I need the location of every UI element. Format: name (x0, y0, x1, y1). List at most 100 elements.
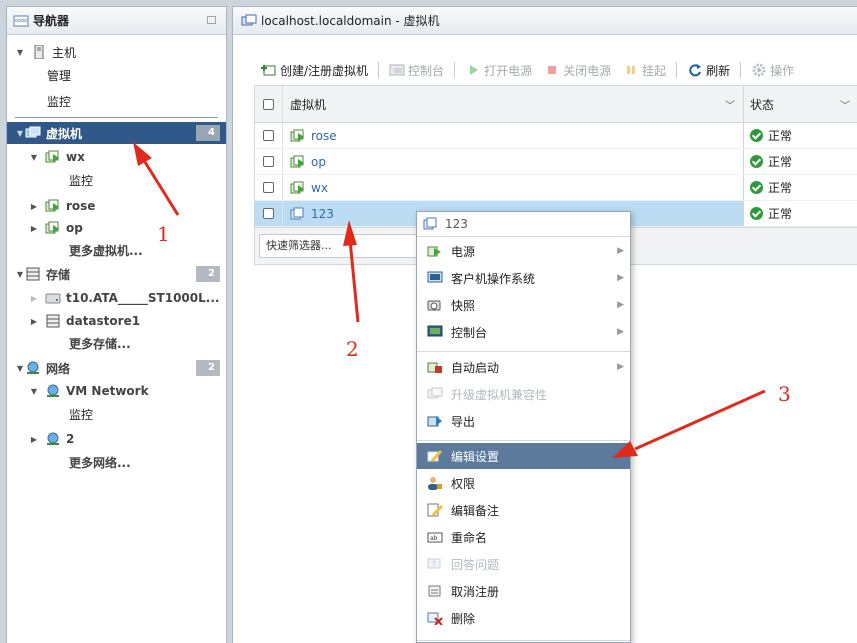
expand-arrow-icon[interactable]: ▼ (29, 387, 39, 396)
collapsed-arrow-icon[interactable]: ▶ (29, 294, 39, 303)
navigator-logo-icon: oooo (13, 14, 29, 28)
table-row[interactable]: op 正常 (255, 149, 857, 175)
quick-filter-input[interactable]: 快速筛选器... (259, 234, 419, 258)
expand-arrow-icon[interactable]: ▼ (15, 129, 25, 138)
vm-name-cell: op (283, 149, 744, 174)
vm-powered-on-icon (45, 150, 61, 164)
column-header-status[interactable]: 状态 ﹀ (744, 86, 857, 122)
power-off-button[interactable]: 关闭电源 (538, 59, 617, 81)
context-menu-header: 123 (417, 212, 630, 237)
menu-item-edit-settings[interactable]: 编辑设置 (417, 443, 630, 469)
nav-item-more-networks[interactable]: 更多网络... (7, 451, 226, 473)
vm-powered-on-icon (290, 129, 306, 143)
expand-arrow-icon[interactable]: ▼ (15, 48, 25, 57)
menu-item-answer-question[interactable]: ? 回答问题 (417, 551, 630, 577)
edit-notes-icon (427, 503, 443, 517)
column-header-vm[interactable]: 虚拟机 ﹀ (283, 86, 744, 122)
nav-disk-label: t10.ATA_____ST1000L... (66, 291, 220, 305)
console-button[interactable]: 控制台 (383, 59, 450, 81)
menu-item-console[interactable]: 控制台 ▶ (417, 319, 630, 345)
refresh-button[interactable]: 刷新 (681, 59, 736, 81)
nav-item-vms[interactable]: ▼ 虚拟机 4 (7, 122, 226, 144)
nav-item-vm-rose[interactable]: ▶ rose (7, 195, 226, 217)
row-checkbox[interactable] (263, 208, 274, 219)
collapsed-arrow-icon[interactable]: ▶ (29, 435, 39, 444)
menu-item-power[interactable]: 电源 ▶ (417, 238, 630, 264)
expand-arrow-icon[interactable]: ▼ (29, 153, 39, 162)
nav-item-network[interactable]: ▼ 网络 2 (7, 357, 226, 379)
collapsed-arrow-icon[interactable]: ▶ (29, 224, 39, 233)
status-ok-icon (750, 207, 763, 220)
vm-status-cell: 正常 (744, 123, 857, 148)
nav-item-host-monitor[interactable]: 监控 (7, 90, 226, 112)
menu-item-export[interactable]: 导出 (417, 408, 630, 434)
menu-item-unregister[interactable]: 取消注册 (417, 578, 630, 604)
nav-vms-label: 虚拟机 (46, 126, 83, 141)
nav-item-vm-op[interactable]: ▶ op (7, 217, 226, 239)
select-all-checkbox[interactable] (263, 98, 274, 110)
nav-item-vm-network[interactable]: ▼ VM Network (7, 380, 226, 402)
nav-item-disk[interactable]: ▶ t10.ATA_____ST1000L... (7, 287, 226, 309)
edit-settings-icon (427, 449, 443, 463)
vm-name-link[interactable]: wx (311, 181, 328, 195)
menu-edit-notes-label: 编辑备注 (451, 503, 500, 518)
suspend-button[interactable]: 挂起 (617, 59, 672, 81)
annotation-number-2: 2 (346, 337, 359, 361)
nav-item-storage[interactable]: ▼ 存储 2 (7, 263, 226, 285)
nav-item-network-2[interactable]: ▶ 2 (7, 428, 226, 450)
vm-name-cell: wx (283, 175, 744, 200)
status-ok-icon (750, 181, 763, 194)
menu-item-upgrade-compat[interactable]: 升级虚拟机兼容性 (417, 381, 630, 407)
collapse-navigator-button[interactable] (207, 16, 216, 24)
rename-icon: ab (427, 530, 443, 544)
menu-edit-settings-label: 编辑设置 (451, 449, 500, 464)
expand-arrow-icon[interactable]: ▼ (15, 364, 25, 373)
vms-icon (241, 14, 257, 28)
toolbar-divider (454, 62, 456, 78)
menu-item-delete[interactable]: 删除 (417, 605, 630, 631)
storage-icon (25, 267, 41, 281)
nav-host-manage-label: 管理 (47, 68, 72, 83)
row-checkbox[interactable] (263, 182, 274, 193)
menu-item-rename[interactable]: ab 重命名 (417, 524, 630, 550)
disk-icon (45, 291, 61, 305)
expand-arrow-icon[interactable]: ▼ (15, 270, 25, 279)
power-on-button[interactable]: 打开电源 (459, 59, 538, 81)
row-checkbox[interactable] (263, 156, 274, 167)
menu-item-snapshot[interactable]: 快照 ▶ (417, 292, 630, 318)
vm-powered-off-icon (423, 217, 439, 231)
submenu-arrow-icon: ▶ (617, 246, 624, 256)
autostart-icon (427, 360, 443, 374)
toolbar: 创建/注册虚拟机 控制台 打开电源 关闭电源 挂起 刷新 操作 (255, 59, 800, 81)
menu-permissions-label: 权限 (451, 476, 476, 491)
table-row[interactable]: wx 正常 (255, 175, 857, 201)
menu-item-permissions[interactable]: 权限 (417, 470, 630, 496)
menu-item-guest-os[interactable]: 客户机操作系统 ▶ (417, 265, 630, 291)
play-icon (465, 63, 481, 77)
vm-name-link[interactable]: rose (311, 129, 337, 143)
actions-button[interactable]: 操作 (745, 59, 800, 81)
nav-item-more-vms[interactable]: 更多虚拟机... (7, 239, 226, 261)
table-row[interactable]: rose 正常 (255, 123, 857, 149)
nav-item-vmnet-monitor[interactable]: 监控 (7, 403, 226, 425)
nav-item-host-manage[interactable]: 管理 (7, 64, 226, 86)
menu-item-edit-notes[interactable]: 编辑备注 (417, 497, 630, 523)
nav-vm-rose-label: rose (66, 199, 96, 213)
create-vm-button[interactable]: 创建/注册虚拟机 (255, 59, 374, 81)
nav-item-host[interactable]: ▼ 主机 (7, 41, 226, 63)
row-checkbox[interactable] (263, 130, 274, 141)
nav-item-datastore[interactable]: ▶ datastore1 (7, 310, 226, 332)
chevron-down-icon[interactable]: ﹀ (725, 97, 735, 112)
collapsed-arrow-icon[interactable]: ▶ (29, 317, 39, 326)
collapsed-arrow-icon[interactable]: ▶ (29, 202, 39, 211)
submenu-arrow-icon: ▶ (617, 327, 624, 337)
table-header: 虚拟机 ﹀ 状态 ﹀ (255, 86, 857, 123)
chevron-down-icon[interactable]: ﹀ (840, 97, 850, 112)
vm-name-link[interactable]: 123 (311, 207, 334, 221)
nav-item-wx-monitor[interactable]: 监控 (7, 169, 226, 191)
vm-name-link[interactable]: op (311, 155, 326, 169)
nav-item-more-storage[interactable]: 更多存储... (7, 332, 226, 354)
stop-icon (544, 63, 560, 77)
nav-item-vm-wx[interactable]: ▼ wx (7, 146, 226, 168)
menu-item-autostart[interactable]: 自动启动 ▶ (417, 354, 630, 380)
